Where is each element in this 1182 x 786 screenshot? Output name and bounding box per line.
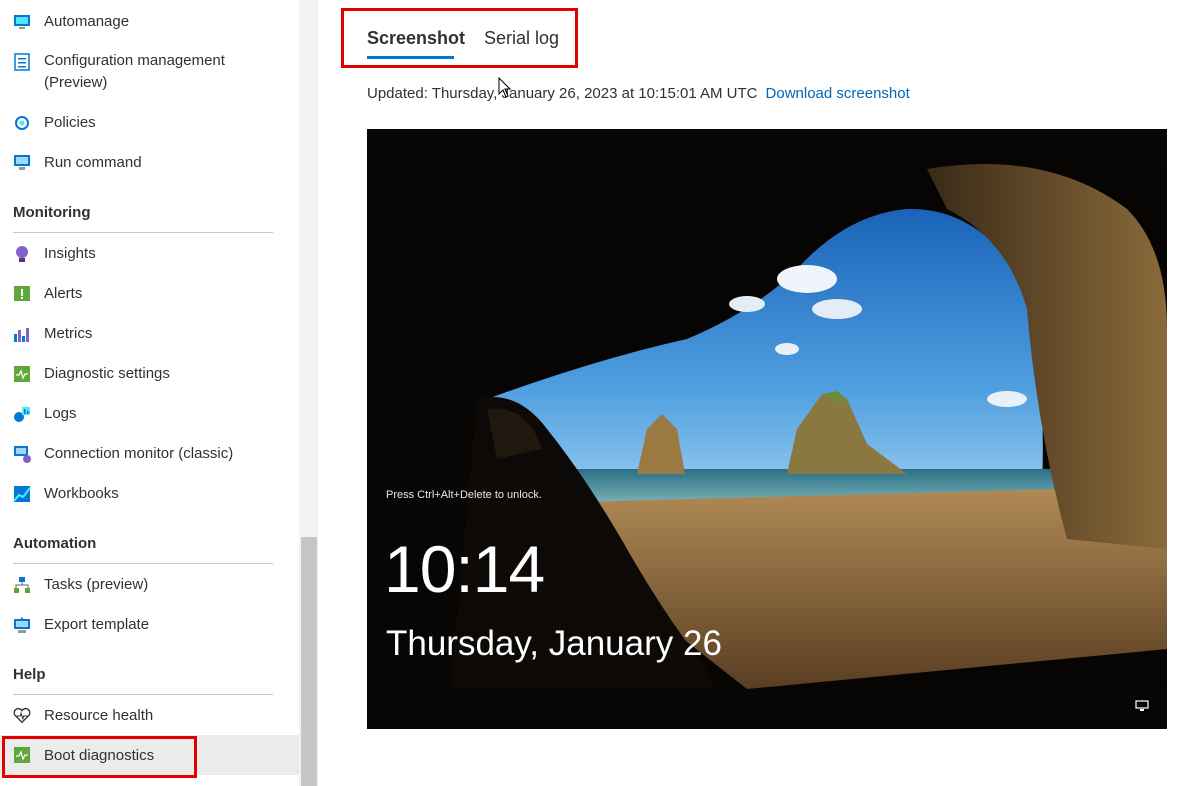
section-divider xyxy=(13,694,273,695)
section-divider xyxy=(13,563,273,564)
sidebar-item-label: Run command xyxy=(44,154,142,171)
sidebar-item-metrics[interactable]: Metrics xyxy=(0,323,299,347)
heart-icon xyxy=(13,707,31,725)
sidebar-scrollbar-thumb[interactable] xyxy=(301,537,317,786)
updated-timestamp: Updated: Thursday, January 26, 2023 at 1… xyxy=(367,85,910,102)
sidebar-item-label: Logs xyxy=(44,405,77,422)
highlight-box-boot-diagnostics xyxy=(2,736,197,778)
updated-text: Updated: Thursday, January 26, 2023 at 1… xyxy=(367,85,758,102)
connection-monitor-icon xyxy=(13,445,31,463)
sidebar-item-automanage[interactable]: Automanage xyxy=(0,11,299,35)
section-title-automation: Automation xyxy=(13,535,97,552)
insights-icon xyxy=(13,245,31,263)
sidebar-item-label: Alerts xyxy=(44,285,83,302)
sidebar-item-label: Connection monitor (classic) xyxy=(44,445,234,462)
policies-icon xyxy=(13,114,31,132)
sidebar-item-export-template[interactable]: Export template xyxy=(0,614,299,638)
alerts-icon xyxy=(13,285,31,303)
run-command-icon xyxy=(13,154,31,172)
sidebar-item-label: Diagnostic settings xyxy=(44,365,170,382)
sidebar-item-label: Metrics xyxy=(44,325,93,342)
network-icon xyxy=(1135,699,1149,717)
metrics-icon xyxy=(13,325,31,343)
sidebar-item-alerts[interactable]: Alerts xyxy=(0,283,299,307)
mouse-cursor-icon xyxy=(498,76,512,104)
vm-screenshot: Press Ctrl+Alt+Delete to unlock. 10:14 T… xyxy=(367,129,1167,729)
section-title-help: Help xyxy=(13,666,46,683)
sidebar-item-label: Policies xyxy=(44,114,96,131)
sidebar-item-tasks[interactable]: Tasks (preview) xyxy=(0,574,299,598)
sidebar-item-logs[interactable]: Logs xyxy=(0,403,299,427)
sidebar-item-workbooks[interactable]: Workbooks xyxy=(0,483,299,507)
sidebar: Automanage Configuration management (Pre… xyxy=(0,0,300,786)
sidebar-item-resource-health[interactable]: Resource health xyxy=(0,705,299,729)
download-screenshot-link[interactable]: Download screenshot xyxy=(766,85,910,102)
sidebar-item-connection-monitor[interactable]: Connection monitor (classic) xyxy=(0,443,299,467)
configuration-icon xyxy=(13,53,31,71)
section-title-monitoring: Monitoring xyxy=(13,204,91,221)
sidebar-item-policies[interactable]: Policies xyxy=(0,112,299,136)
logs-icon xyxy=(13,405,31,423)
section-divider xyxy=(13,232,273,233)
diagnostic-settings-icon xyxy=(13,365,31,383)
export-template-icon xyxy=(13,616,31,634)
sidebar-item-insights[interactable]: Insights xyxy=(0,243,299,267)
workbooks-icon xyxy=(13,485,31,503)
sidebar-item-label-2: (Preview) xyxy=(44,74,108,91)
sidebar-item-diagnostic-settings[interactable]: Diagnostic settings xyxy=(0,363,299,387)
highlight-box-tabs xyxy=(341,8,578,68)
sidebar-item-label: Automanage xyxy=(44,13,130,30)
lock-screen-unlock-hint: Press Ctrl+Alt+Delete to unlock. xyxy=(386,489,542,501)
sidebar-item-label: Workbooks xyxy=(44,485,119,502)
automanage-icon xyxy=(13,13,31,31)
tasks-icon xyxy=(13,576,31,594)
lock-screen-date: Thursday, January 26 xyxy=(386,624,722,663)
sidebar-item-configuration-management[interactable]: Configuration management (Preview) xyxy=(0,50,299,96)
lock-screen-time: 10:14 xyxy=(384,532,545,606)
sidebar-item-label: Configuration management xyxy=(44,52,225,69)
sidebar-item-run-command[interactable]: Run command xyxy=(0,152,299,176)
sidebar-item-label: Insights xyxy=(44,245,96,262)
sidebar-item-label: Tasks (preview) xyxy=(44,576,149,593)
sidebar-item-label: Resource health xyxy=(44,707,154,724)
sidebar-item-label: Export template xyxy=(44,616,150,633)
